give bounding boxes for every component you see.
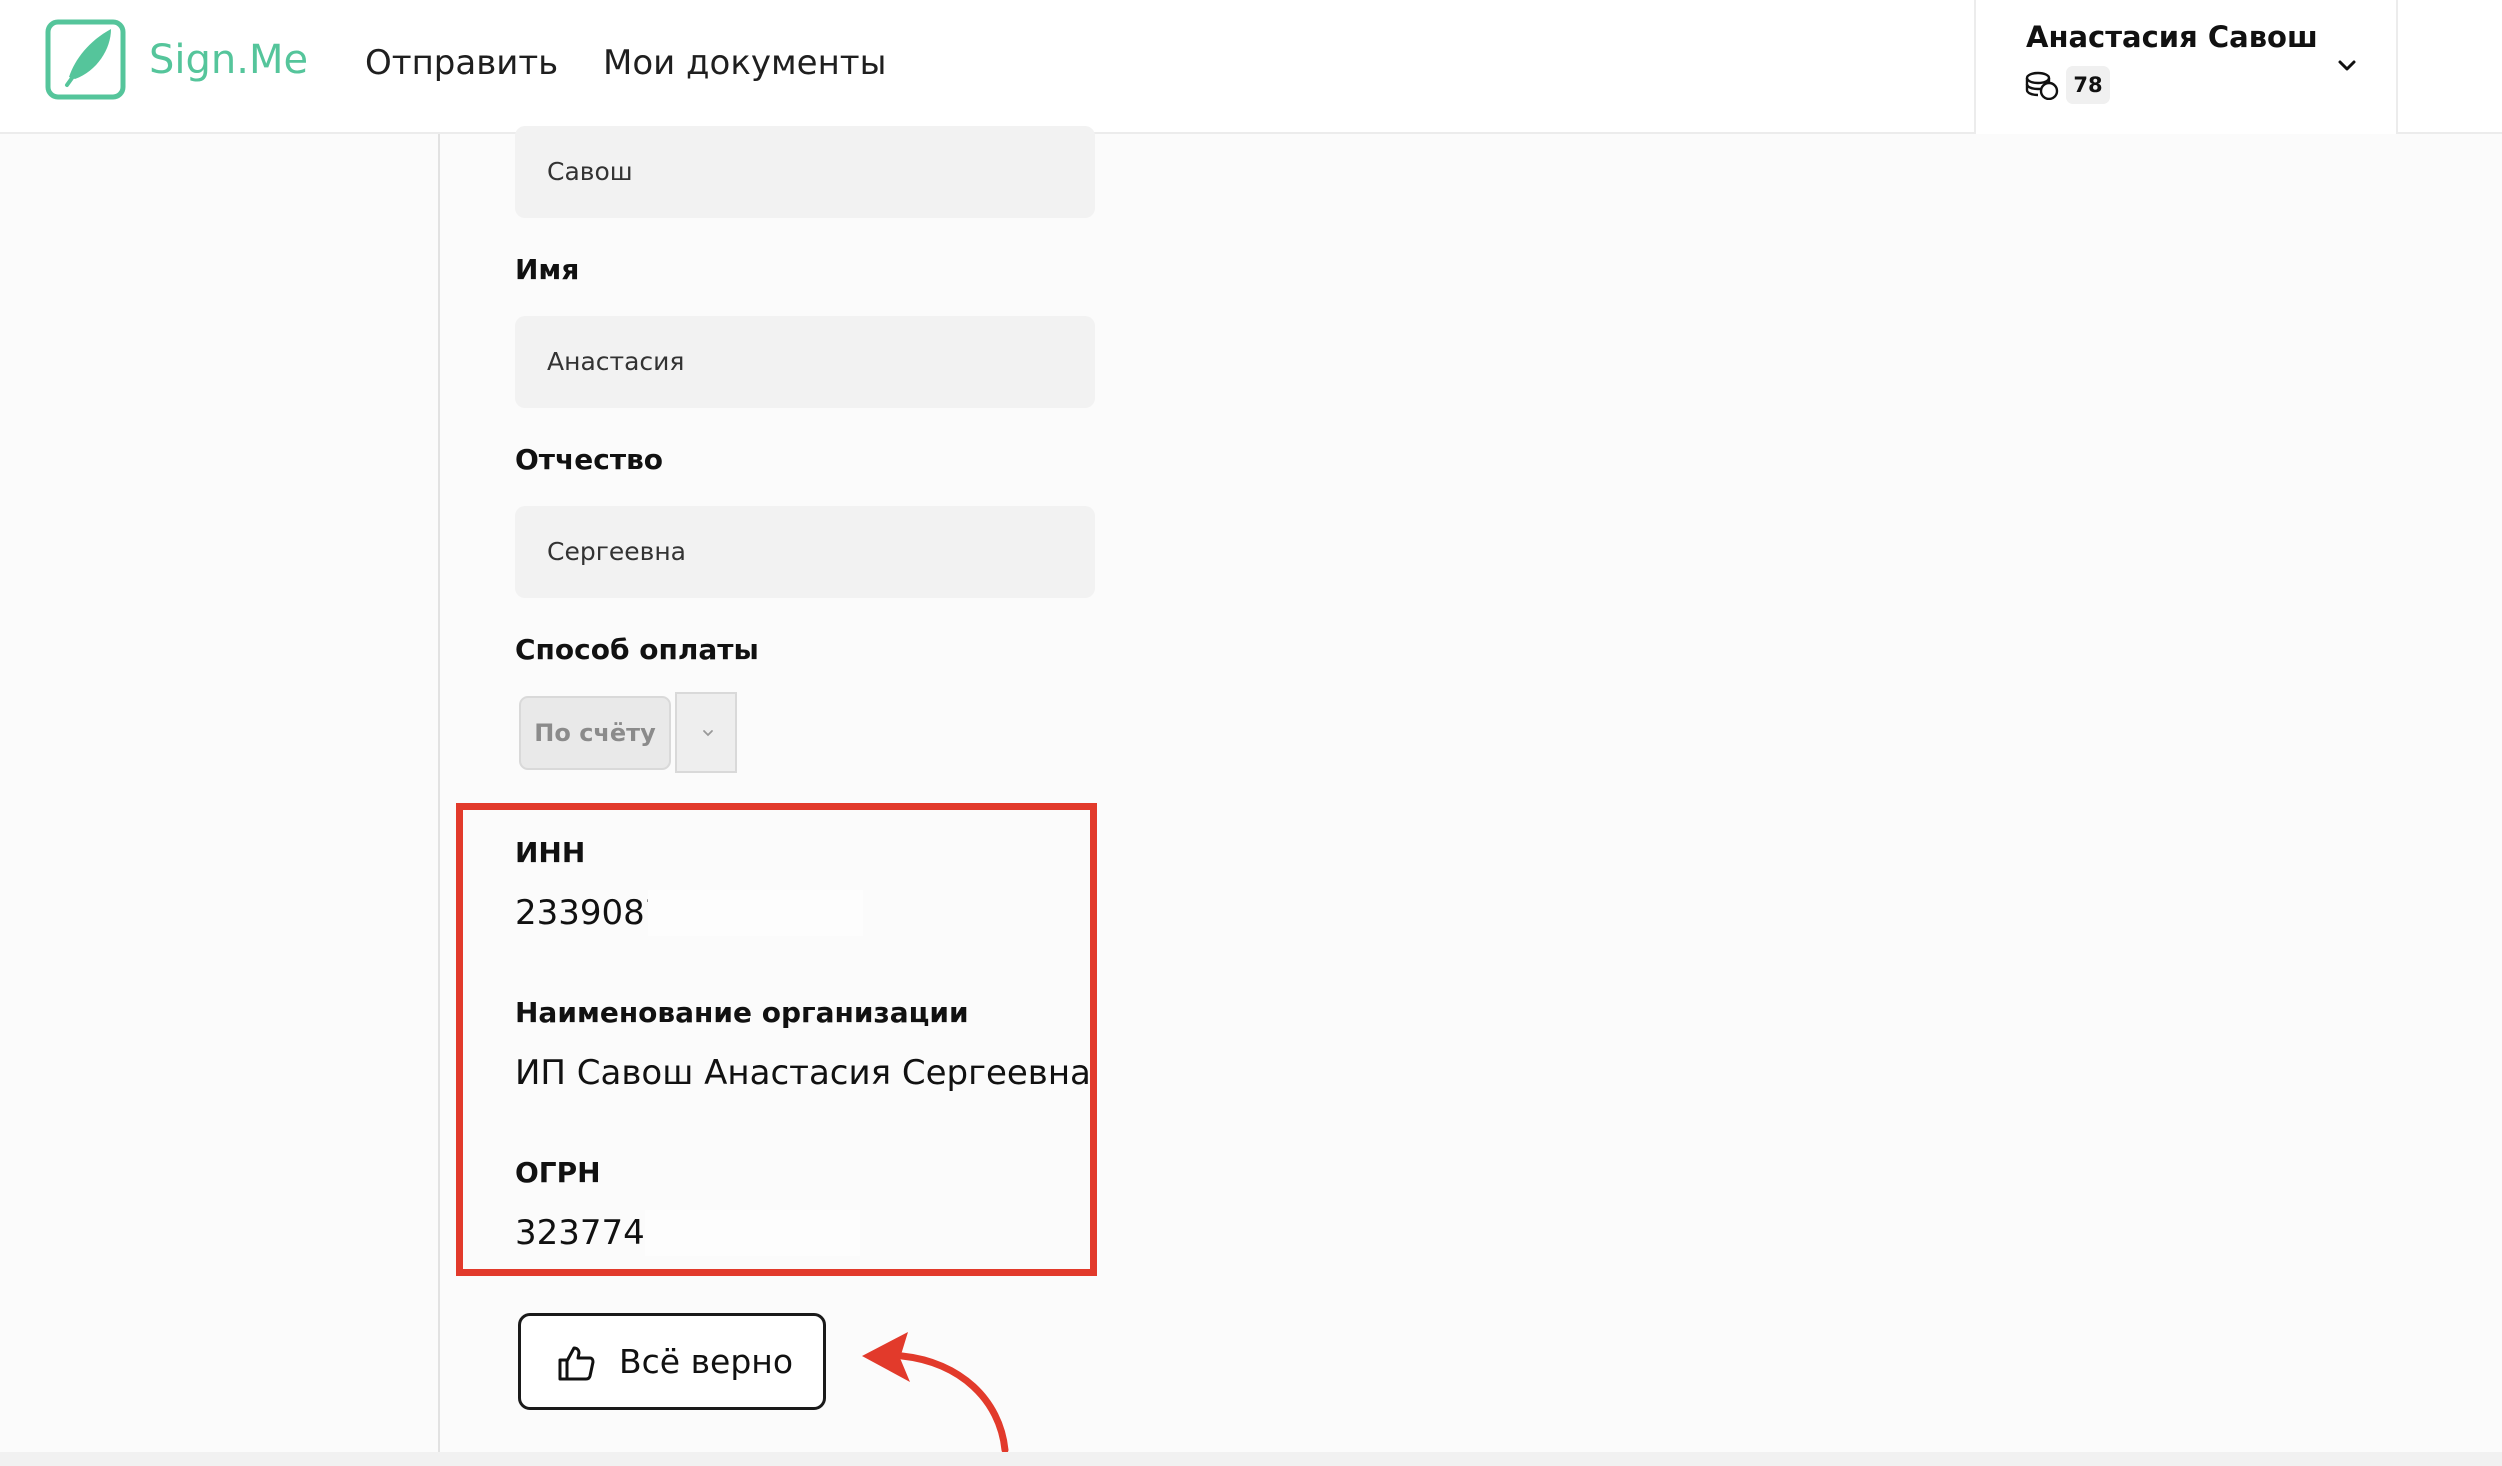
- chevron-down-icon: [703, 730, 713, 737]
- thumbs-up-icon: [558, 1346, 595, 1381]
- ogrn-value: 3237746: [515, 1213, 667, 1253]
- nav-my-documents[interactable]: Мои документы: [603, 40, 886, 86]
- coins-icon: [2025, 71, 2059, 100]
- patronymic-input[interactable]: Сергеевна: [515, 506, 1095, 598]
- payment-method-select[interactable]: По счёту: [519, 696, 671, 770]
- user-name: Анастасия Савош: [2026, 20, 2318, 54]
- highlight-annotation-box: [456, 803, 1097, 1276]
- payment-dropdown-button[interactable]: [675, 692, 737, 773]
- confirm-button[interactable]: Всё верно: [518, 1313, 826, 1410]
- payment-method-label: Способ оплаты: [515, 633, 759, 666]
- redaction-mask: [645, 1210, 860, 1256]
- redaction-mask: [648, 890, 863, 936]
- sign-me-logo-icon[interactable]: [45, 19, 126, 100]
- red-arrow-icon: [862, 1332, 1009, 1454]
- nav-send[interactable]: Отправить: [365, 40, 558, 86]
- inn-label: ИНН: [515, 836, 586, 869]
- chevron-down-icon[interactable]: [2334, 53, 2360, 79]
- sidebar-divider: [438, 134, 440, 1466]
- inn-value: 2339087: [515, 893, 667, 933]
- confirm-button-label: Всё верно: [619, 1342, 794, 1381]
- user-menu[interactable]: Анастасия Савош 78: [1974, 0, 2398, 134]
- logo-text[interactable]: Sign.Me: [149, 32, 308, 88]
- first-name-input[interactable]: Анастасия: [515, 316, 1095, 408]
- balance-badge: 78: [2066, 66, 2110, 104]
- page-bottom-edge: [0, 1452, 2502, 1466]
- surname-input[interactable]: Савош: [515, 126, 1095, 218]
- patronymic-label: Отчество: [515, 443, 664, 476]
- organization-name-value: ИП Савош Анастасия Сергеевна: [515, 1053, 1091, 1093]
- ogrn-label: ОГРН: [515, 1156, 601, 1189]
- first-name-label: Имя: [515, 253, 580, 286]
- top-header: Sign.Me Отправить Мои документы Анастаси…: [0, 0, 2502, 134]
- organization-name-label: Наименование организации: [515, 996, 969, 1029]
